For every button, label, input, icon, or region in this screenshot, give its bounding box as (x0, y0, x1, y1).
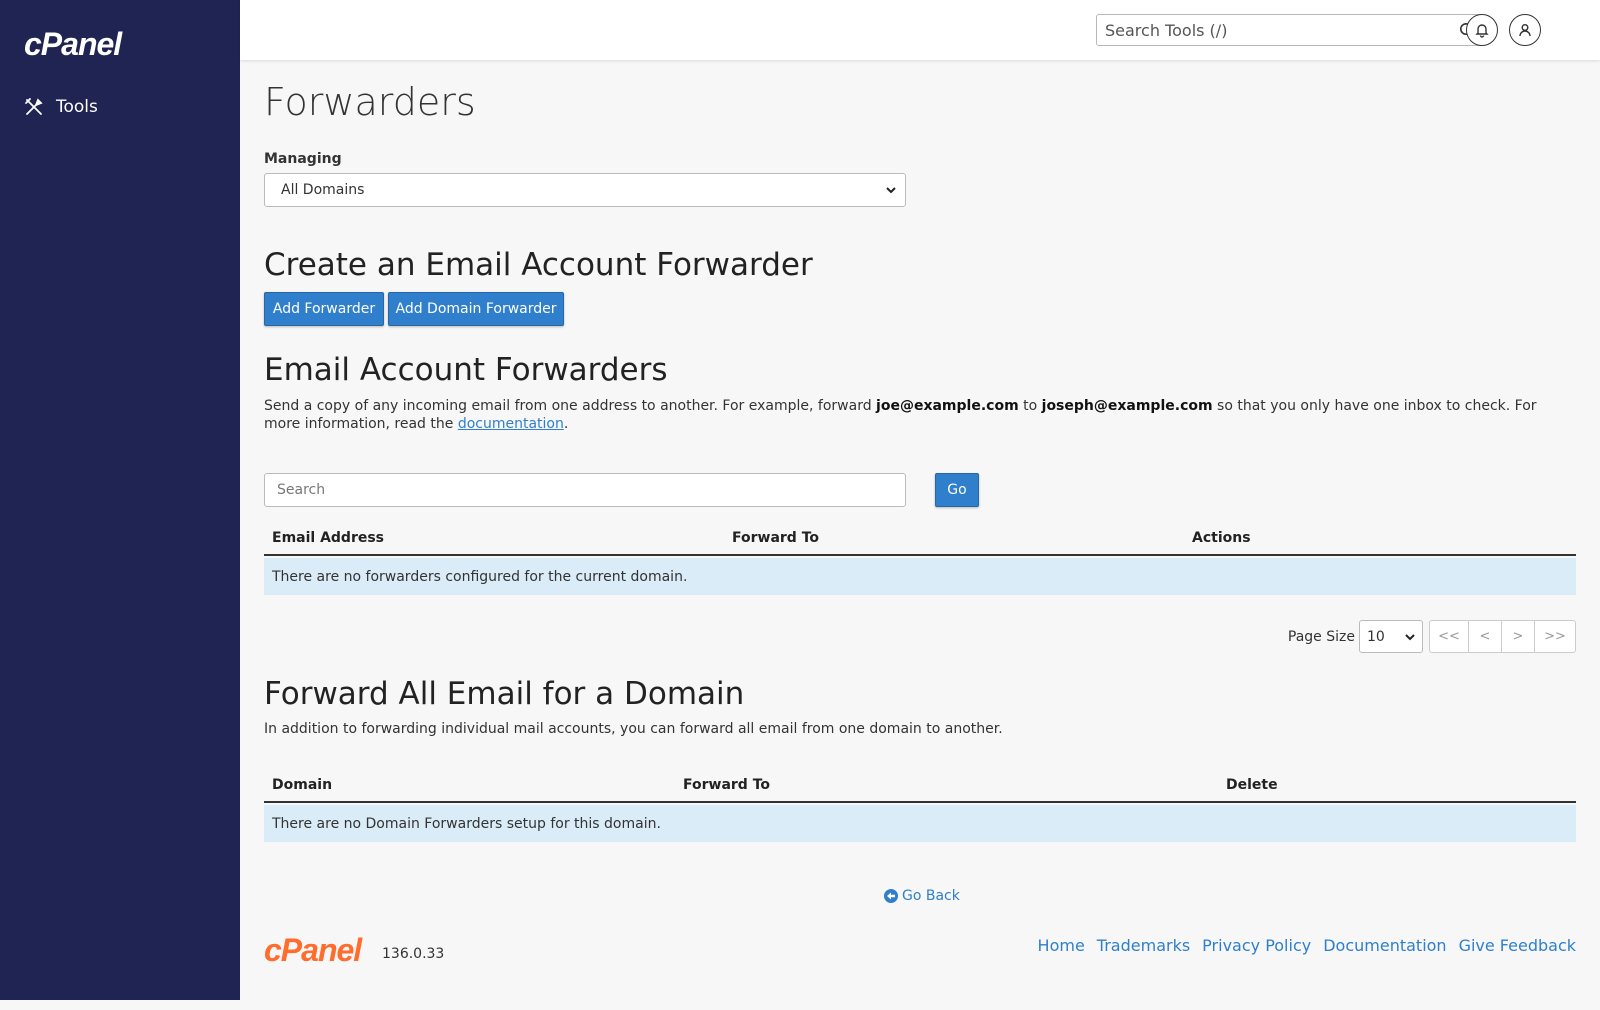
add-domain-forwarder-button[interactable]: Add Domain Forwarder (388, 292, 564, 326)
page-title: Forwarders (264, 80, 476, 124)
column-header-actions: Actions (1192, 530, 1251, 546)
notifications-button[interactable] (1466, 14, 1498, 46)
sidebar: cPanel Tools (0, 0, 240, 1000)
sidebar-item-label: Tools (56, 97, 98, 117)
documentation-link[interactable]: documentation (458, 416, 564, 432)
create-forwarder-heading: Create an Email Account Forwarder (264, 247, 813, 283)
domain-forwarders-heading: Forward All Email for a Domain (264, 676, 745, 712)
arrow-left-circle-icon (884, 889, 898, 903)
go-button[interactable]: Go (935, 473, 979, 507)
empty-domain-forwarders-row: There are no Domain Forwarders setup for… (264, 805, 1576, 842)
last-page-button[interactable]: >> (1535, 620, 1576, 653)
desc-example-source: joe@example.com (876, 398, 1019, 414)
prev-page-button[interactable]: < (1469, 620, 1502, 653)
chevron-down-icon (886, 187, 896, 194)
email-forwarders-table-header: Email Address Forward To Actions (264, 518, 1576, 556)
managing-domain-select[interactable]: All Domains (264, 173, 906, 207)
topbar (240, 0, 1600, 60)
column-header-forward-to[interactable]: Forward To (683, 777, 770, 793)
go-back-link[interactable]: Go Back (884, 888, 960, 904)
page-size-value: 10 (1367, 628, 1385, 645)
desc-text: Send a copy of any incoming email from o… (264, 398, 877, 414)
chevron-down-icon (1405, 634, 1415, 641)
cpanel-logo[interactable]: cPanel (24, 26, 122, 63)
managing-label: Managing (264, 151, 342, 167)
page-size-select[interactable]: 10 (1359, 620, 1423, 653)
desc-text: to (1018, 398, 1042, 414)
column-header-forward-to[interactable]: Forward To (732, 530, 819, 546)
domain-forwarders-description: In addition to forwarding individual mai… (264, 721, 1003, 737)
footer-links: Home Trademarks Privacy Policy Documenta… (1026, 936, 1576, 955)
sidebar-item-tools[interactable]: Tools (24, 95, 98, 119)
first-page-button[interactable]: << (1429, 620, 1469, 653)
desc-example-target: joseph@example.com (1041, 398, 1213, 414)
footer-link-trademarks[interactable]: Trademarks (1097, 936, 1190, 955)
user-icon (1519, 24, 1531, 37)
forwarder-search-input[interactable] (264, 473, 906, 507)
domain-forwarders-table-header: Domain Forward To Delete (264, 765, 1576, 803)
tool-search (1096, 14, 1484, 46)
email-forwarders-description: Send a copy of any incoming email from o… (264, 397, 1554, 433)
managing-select-value: All Domains (281, 182, 365, 198)
footer-link-privacy-policy[interactable]: Privacy Policy (1202, 936, 1311, 955)
add-forwarder-button[interactable]: Add Forwarder (264, 292, 384, 326)
footer-link-documentation[interactable]: Documentation (1323, 936, 1446, 955)
bell-icon (1475, 24, 1489, 38)
go-back-label: Go Back (902, 888, 960, 904)
empty-forwarders-row: There are no forwarders configured for t… (264, 558, 1576, 595)
footer-version: 136.0.33 (382, 946, 445, 962)
email-forwarders-heading: Email Account Forwarders (264, 352, 668, 388)
desc-text: . (563, 416, 569, 432)
user-menu-button[interactable] (1509, 14, 1541, 46)
column-header-domain[interactable]: Domain (272, 777, 332, 793)
column-header-delete: Delete (1226, 777, 1278, 793)
footer-link-home[interactable]: Home (1038, 936, 1085, 955)
page-size-label: Page Size (1287, 628, 1355, 645)
footer-cpanel-logo: cPanel (264, 932, 362, 968)
next-page-button[interactable]: > (1502, 620, 1535, 653)
tools-icon (25, 98, 43, 115)
pagination: Page Size 10 << < > >> (1288, 620, 1576, 653)
footer-link-give-feedback[interactable]: Give Feedback (1459, 936, 1576, 955)
column-header-email-address[interactable]: Email Address (272, 530, 384, 546)
tool-search-input[interactable] (1097, 15, 1437, 45)
